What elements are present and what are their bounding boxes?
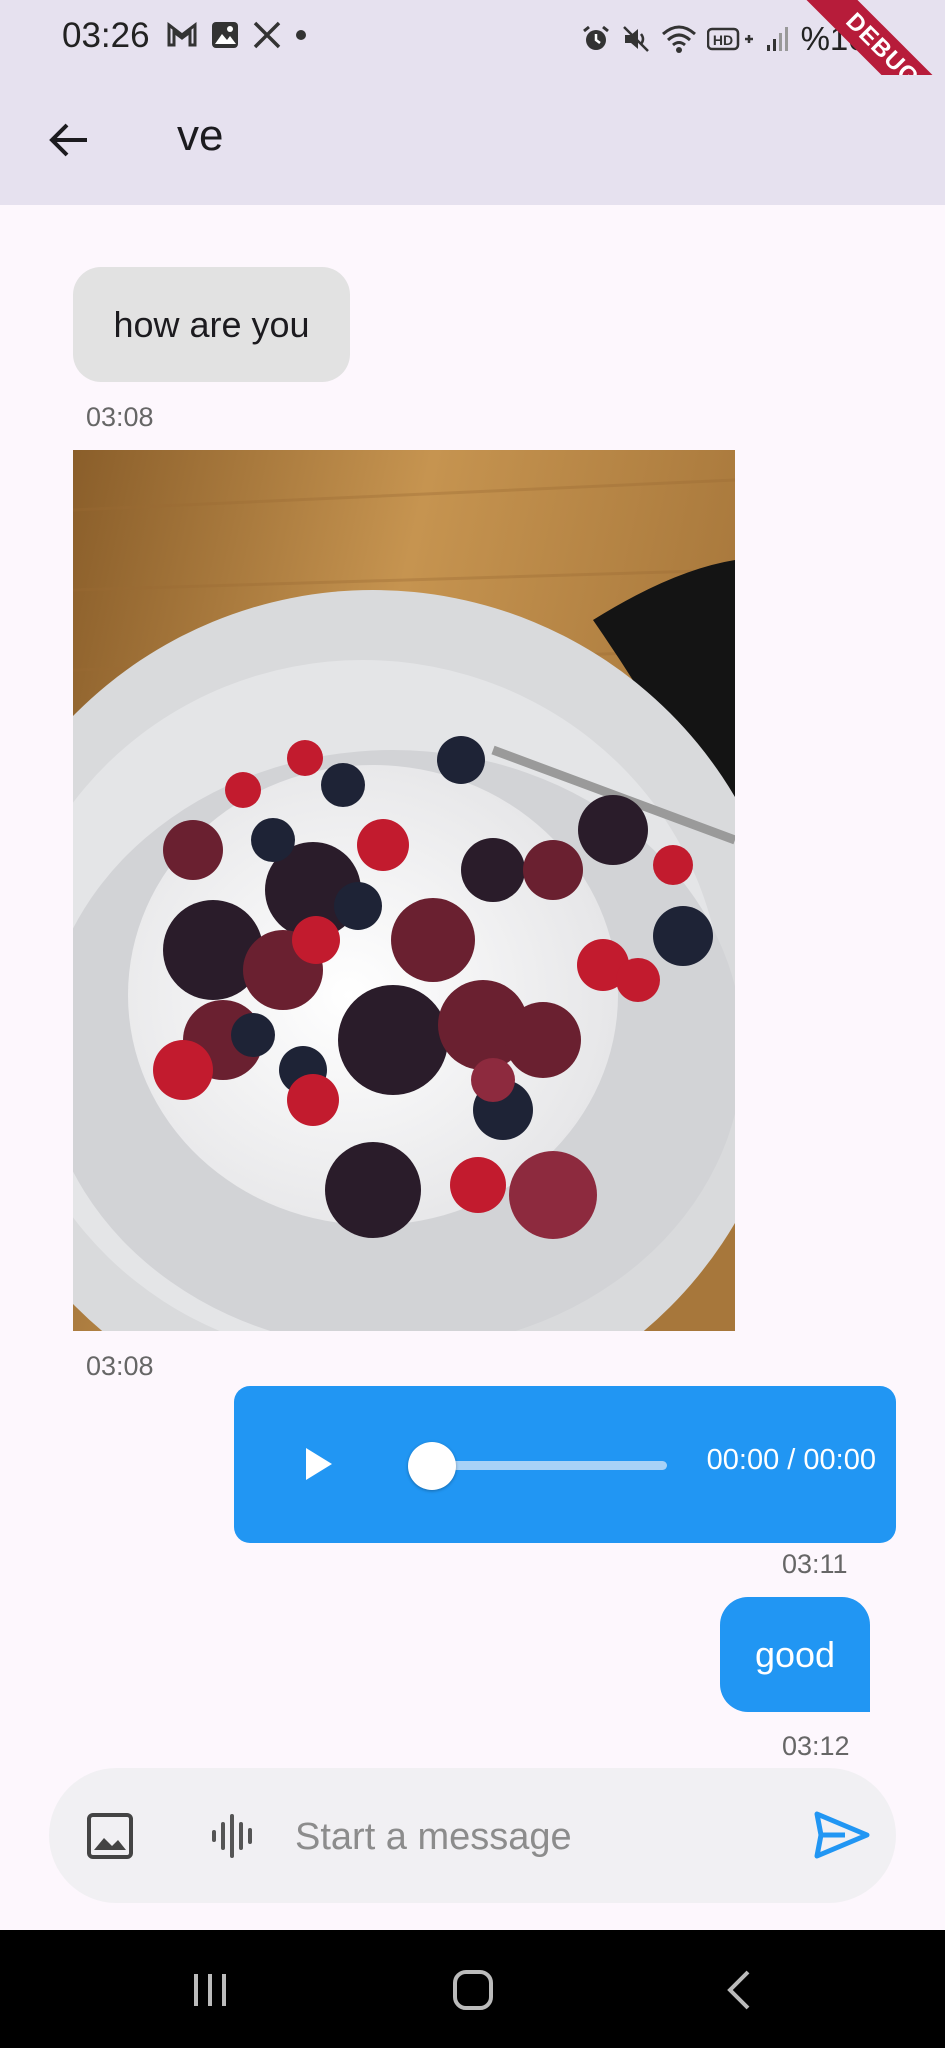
recents-button[interactable] [180,1962,240,2018]
chat-title: ve [177,111,224,160]
message-timestamp: 03:08 [86,1351,154,1381]
audio-progress-thumb[interactable] [408,1442,456,1490]
message-timestamp: 03:11 [782,1549,848,1579]
message-text: good [754,1633,836,1675]
message-composer [49,1768,896,1903]
status-icons-left [166,20,308,50]
outgoing-message-bubble: good [720,1597,870,1712]
back-nav-button[interactable] [710,1962,770,2018]
alarm-icon [582,25,609,50]
wifi-icon [661,25,696,53]
play-button[interactable] [296,1442,340,1486]
app-bar: ve [0,75,945,205]
incoming-message-bubble: how are you [73,267,350,382]
x-icon [253,21,281,49]
arrow-left-icon [49,123,87,157]
send-icon [814,1811,870,1859]
audio-message-bubble: 00:00 / 00:00 [234,1386,896,1543]
image-icon [87,1813,133,1859]
attach-image-button[interactable] [84,1810,136,1862]
svg-text:HD: HD [712,32,732,48]
home-icon [453,1970,493,2010]
gallery-icon [212,22,238,48]
waveform-icon [212,1814,252,1858]
back-button[interactable] [38,109,100,171]
message-timestamp: 03:12 [782,1731,850,1761]
recents-icon [194,1974,226,2006]
chevron-left-icon [727,1970,750,2010]
message-input[interactable] [293,1802,817,1872]
cell-signal-icon [766,27,788,51]
berries-bowl-photo [73,450,735,1331]
gmail-icon [167,21,197,47]
mute-icon [622,26,649,52]
hd-signal-icon: HD [706,27,753,51]
message-text: how are you [113,303,310,345]
message-timestamp: 03:08 [86,402,154,432]
dot-icon [296,30,306,40]
system-nav-bar [0,1930,945,2048]
record-audio-button[interactable] [206,1808,262,1864]
audio-progress-track[interactable] [430,1461,667,1470]
send-button[interactable] [811,1804,873,1866]
status-time: 03:26 [62,16,150,55]
play-icon [306,1448,332,1480]
audio-duration: 00:00 / 00:00 [706,1444,876,1476]
message-image[interactable] [73,450,735,1331]
status-bar: 03:26 HD %100 DEBUG [0,0,945,145]
home-button[interactable] [443,1962,503,2018]
